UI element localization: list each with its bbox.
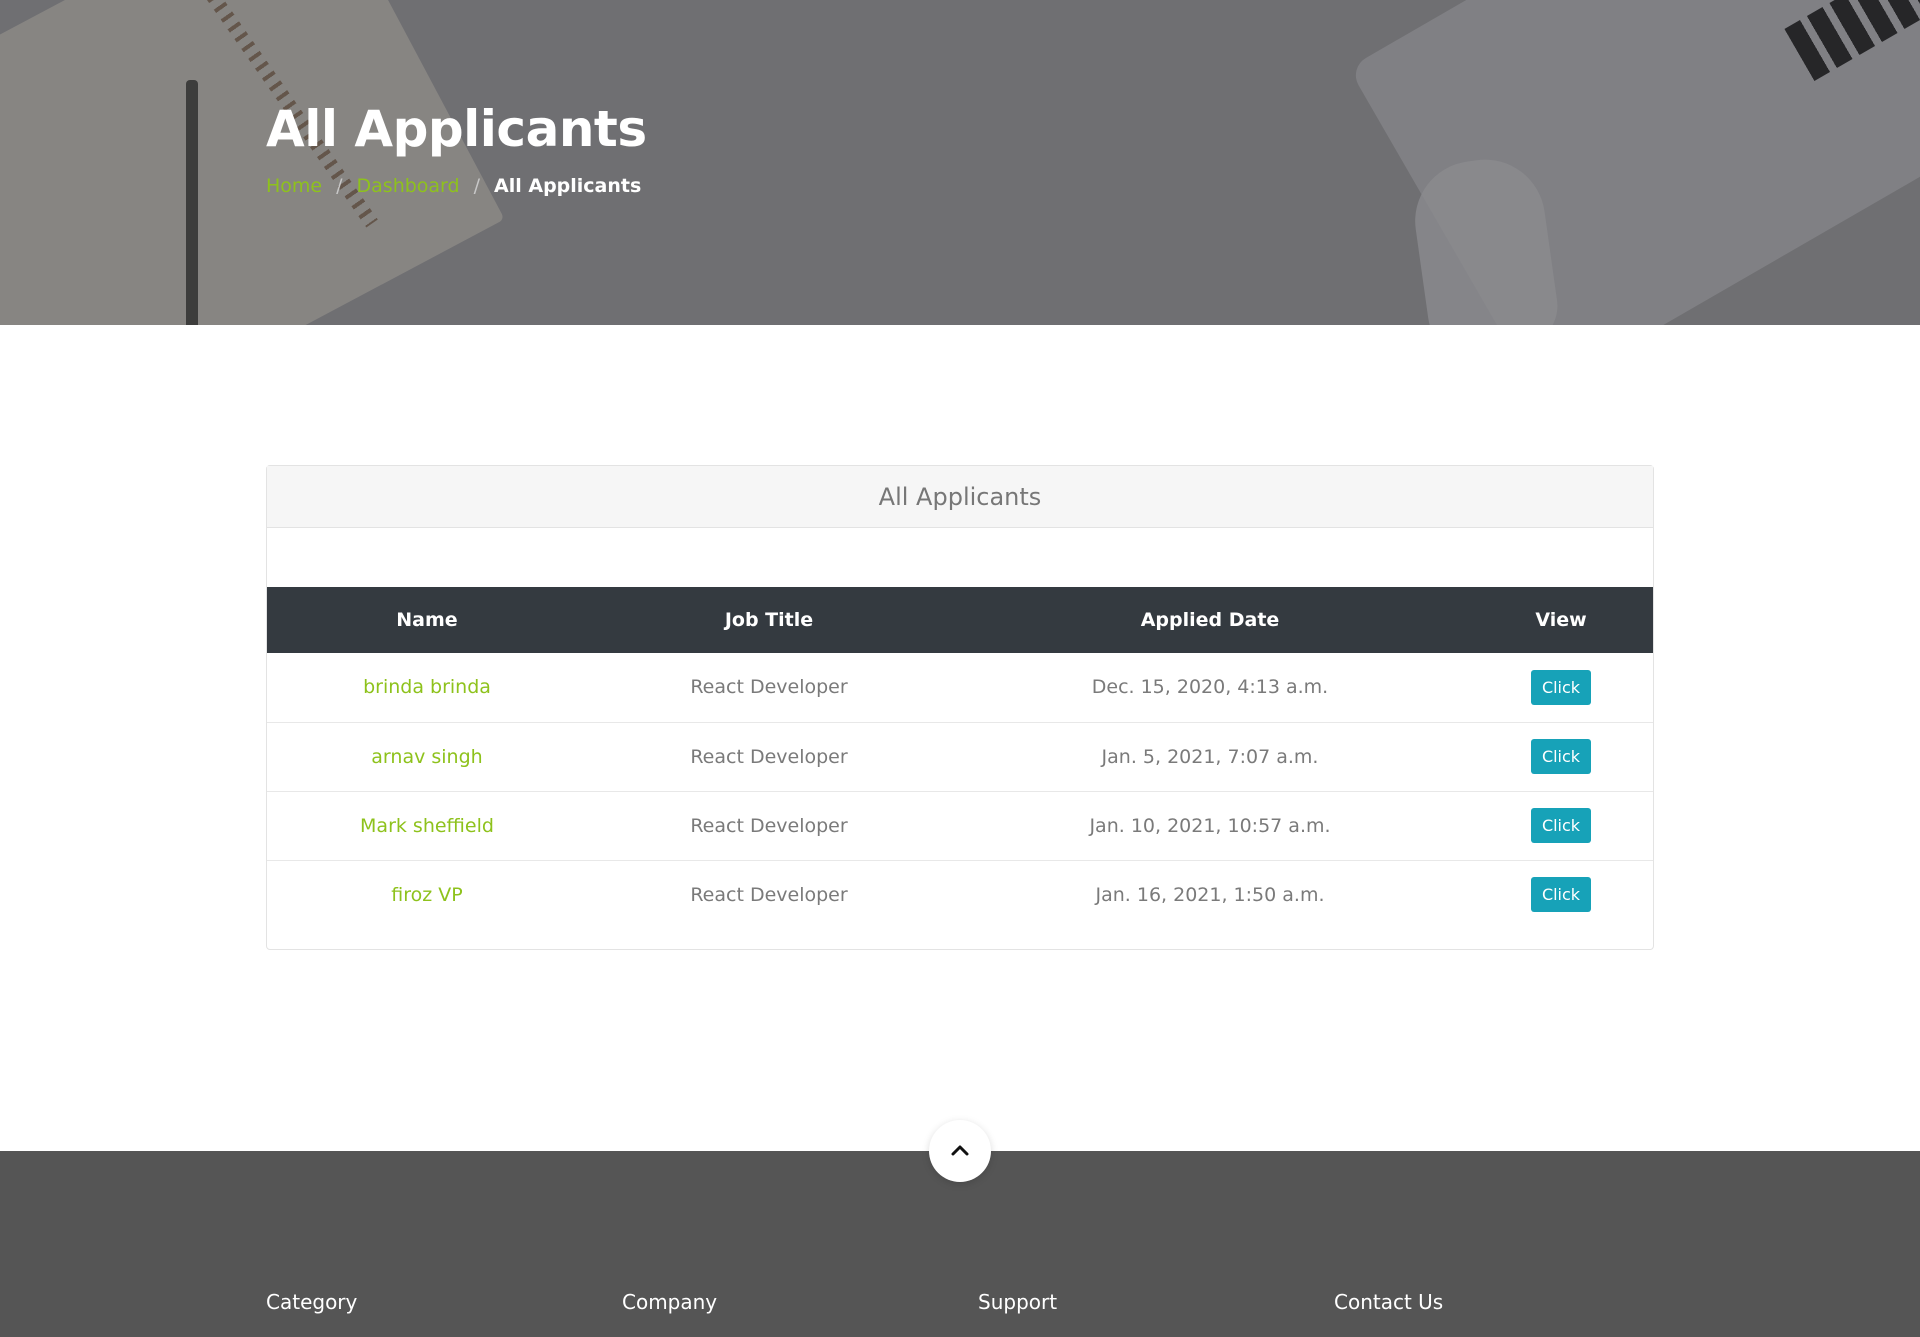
applied-date-cell: Jan. 5, 2021, 7:07 a.m. [1101, 745, 1319, 768]
view-applicant-button[interactable]: Click [1530, 739, 1592, 774]
applicant-name-link[interactable]: brinda brinda [267, 653, 587, 722]
applied-date-cell: Jan. 10, 2021, 10:57 a.m. [1089, 814, 1331, 837]
footer-heading-company: Company [622, 1290, 718, 1314]
view-cell: Click [1469, 791, 1653, 860]
column-header-name: Name [396, 609, 458, 631]
scroll-to-top-button[interactable] [929, 1120, 991, 1182]
view-cell: Click [1469, 653, 1653, 722]
table-header-row: Name Job Title Applied Date View [267, 587, 1653, 653]
table-row: Mark sheffield React Developer Jan. 10, … [267, 791, 1653, 860]
view-applicant-button[interactable]: Click [1530, 669, 1592, 705]
table-header: Name Job Title Applied Date View [267, 587, 1653, 653]
job-title-cell: React Developer [690, 883, 848, 906]
footer-heading-contact-us: Contact Us [1334, 1290, 1444, 1314]
column-header-view: View [1535, 609, 1587, 631]
footer-heading-support: Support [978, 1290, 1058, 1314]
breadcrumb: Home / Dashboard / All Applicants [266, 175, 641, 197]
job-title-cell: React Developer [690, 676, 848, 699]
page-title: All Applicants [266, 100, 647, 158]
column-header-job-title: Job Title [724, 609, 814, 631]
table-body: brinda brinda React Developer Dec. 15, 2… [267, 653, 1653, 929]
footer-heading-category: Category [266, 1290, 358, 1314]
breadcrumb-separator: / [473, 175, 481, 197]
applicants-card: All Applicants Name Job Title Applied Da… [266, 465, 1654, 950]
view-applicant-button[interactable]: Click [1530, 808, 1592, 843]
breadcrumb-home-link[interactable]: Home [266, 175, 322, 197]
table-row: arnav singh React Developer Jan. 5, 2021… [267, 722, 1653, 791]
hero-banner: All Applicants Home / Dashboard / All Ap… [0, 0, 1920, 325]
applied-date-cell: Jan. 16, 2021, 1:50 a.m. [1095, 883, 1325, 906]
breadcrumb-dashboard-link[interactable]: Dashboard [357, 175, 460, 197]
breadcrumb-separator: / [336, 175, 343, 197]
view-applicant-button[interactable]: Click [1530, 877, 1592, 913]
card-header: All Applicants [267, 466, 1653, 528]
view-cell: Click [1469, 860, 1653, 929]
breadcrumb-current: All Applicants [494, 175, 642, 197]
chevron-up-icon [951, 1145, 969, 1156]
applicant-name-link[interactable]: arnav singh [267, 722, 587, 791]
column-header-applied-date: Applied Date [1140, 609, 1280, 631]
applied-date-cell: Dec. 15, 2020, 4:13 a.m. [1091, 676, 1329, 699]
table-row: firoz VP React Developer Jan. 16, 2021, … [267, 860, 1653, 929]
applicant-name-link[interactable]: Mark sheffield [267, 791, 587, 860]
view-cell: Click [1469, 722, 1653, 791]
applicants-table: Name Job Title Applied Date View brinda … [267, 587, 1653, 929]
table-row: brinda brinda React Developer Dec. 15, 2… [267, 653, 1653, 722]
applicant-name-link[interactable]: firoz VP [267, 860, 587, 929]
job-title-cell: React Developer [690, 814, 848, 837]
pen-image [186, 80, 198, 325]
job-title-cell: React Developer [690, 745, 848, 768]
